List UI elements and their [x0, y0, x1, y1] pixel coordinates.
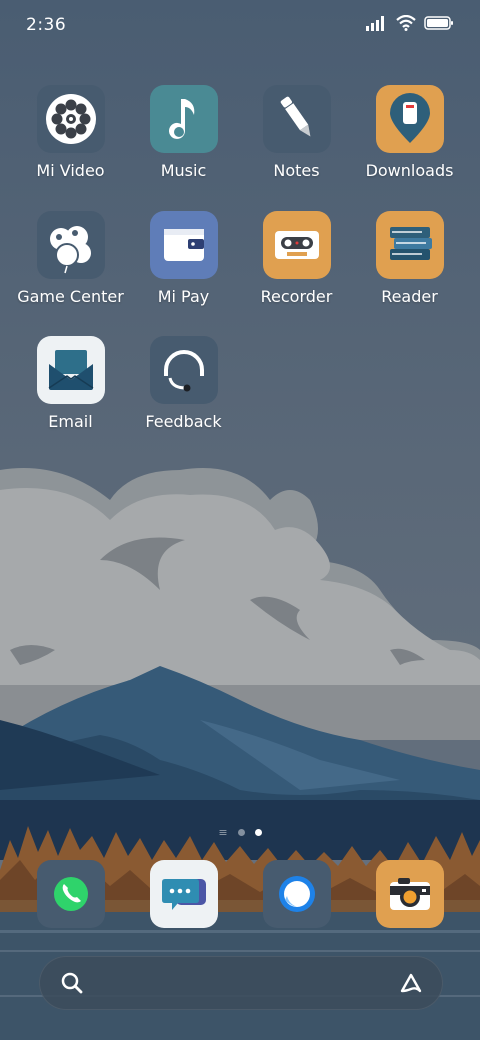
pencil-icon	[262, 85, 331, 153]
signal-icon	[366, 16, 384, 31]
chat-bubble-icon	[162, 879, 206, 910]
music-note-icon	[149, 85, 218, 153]
app-label: Mi Pay	[157, 287, 210, 306]
home-screen: 2:36 Mi Video Music Notes Downloads Game…	[0, 0, 480, 1040]
app-email[interactable]: Email	[14, 336, 127, 431]
game-balls-icon	[36, 211, 105, 279]
app-label: Music	[160, 161, 207, 180]
app-label: Reader	[381, 287, 438, 306]
app-downloads[interactable]: Downloads	[353, 85, 466, 180]
phone-icon	[54, 877, 88, 911]
app-label: Email	[48, 412, 93, 431]
menu-lines-icon: ≡	[218, 826, 228, 839]
search-bar[interactable]	[39, 956, 443, 1010]
search-icon	[61, 972, 83, 994]
books-icon	[375, 211, 444, 279]
headset-icon	[149, 336, 218, 404]
wifi-icon	[396, 15, 416, 31]
download-pin-icon	[375, 85, 444, 153]
browser-circle-icon	[279, 876, 315, 912]
battery-icon	[424, 16, 453, 30]
page-indicator[interactable]: ≡	[0, 826, 480, 839]
app-label: Mi Video	[36, 161, 105, 180]
app-label: Notes	[273, 161, 320, 180]
app-game-center[interactable]: Game Center	[14, 211, 127, 306]
assistant-icon[interactable]	[397, 969, 425, 997]
app-label: Game Center	[17, 287, 124, 306]
wallet-icon	[149, 211, 218, 279]
page-dot-active	[254, 829, 262, 836]
status-time: 2:36	[26, 15, 67, 35]
app-music[interactable]: Music	[127, 85, 240, 180]
app-recorder[interactable]: Recorder	[240, 211, 353, 306]
app-feedback[interactable]: Feedback	[127, 336, 240, 431]
camera-icon	[390, 878, 430, 910]
status-bar: 2:36	[0, 0, 480, 50]
app-mi-video[interactable]: Mi Video	[14, 85, 127, 180]
dock-phone[interactable]	[37, 860, 105, 928]
app-label: Feedback	[145, 412, 222, 431]
dock-camera[interactable]	[376, 860, 444, 928]
app-label: Downloads	[365, 161, 454, 180]
app-mi-pay[interactable]: Mi Pay	[127, 211, 240, 306]
envelope-icon	[36, 336, 105, 404]
cassette-icon	[262, 211, 331, 279]
app-notes[interactable]: Notes	[240, 85, 353, 180]
app-label: Recorder	[260, 287, 333, 306]
page-dot	[237, 829, 245, 836]
film-reel-icon	[36, 85, 105, 153]
dock-browser[interactable]	[263, 860, 331, 928]
app-reader[interactable]: Reader	[353, 211, 466, 306]
dock-messages[interactable]	[150, 860, 218, 928]
